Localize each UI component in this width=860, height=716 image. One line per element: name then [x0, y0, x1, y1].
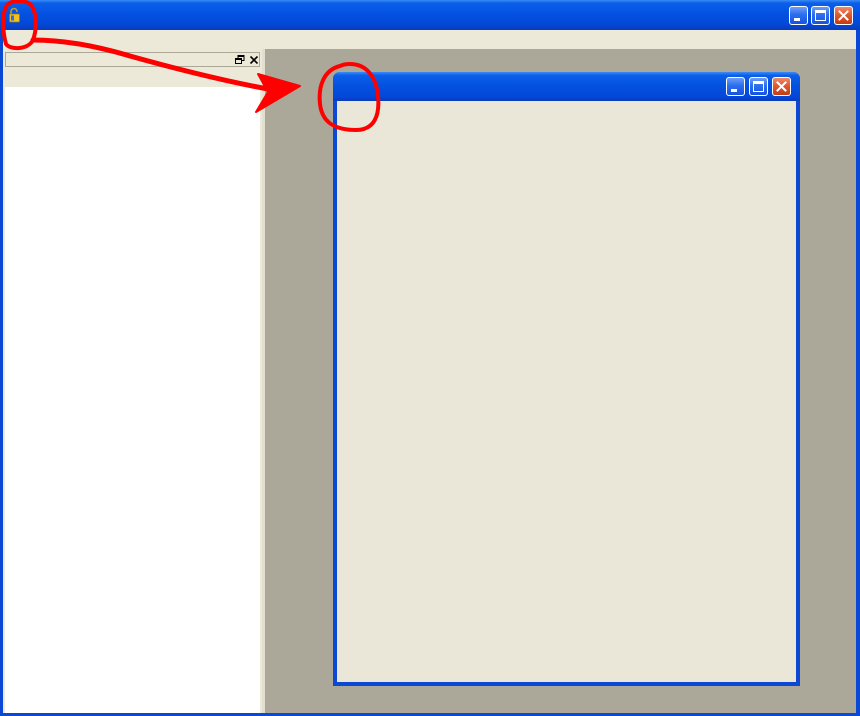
main-titlebar[interactable] — [0, 0, 860, 30]
mdi-client-area — [3, 49, 856, 713]
maximize-icon — [753, 81, 764, 92]
padlock-icon[interactable] — [7, 7, 23, 23]
maximize-icon — [815, 10, 826, 21]
close-icon — [838, 10, 849, 21]
restore-icon[interactable] — [234, 54, 246, 66]
side-panel-content[interactable] — [5, 87, 260, 713]
menu-bar — [3, 30, 856, 49]
close-icon — [776, 81, 787, 92]
child-titlebar[interactable] — [333, 72, 800, 101]
child-maximize-button[interactable] — [749, 77, 768, 96]
maximize-button[interactable] — [811, 6, 830, 25]
close-button[interactable] — [834, 6, 853, 25]
main-window — [0, 0, 860, 716]
minimize-icon — [731, 89, 737, 92]
child-close-button[interactable] — [772, 77, 791, 96]
close-icon[interactable] — [248, 54, 260, 66]
child-minimize-button[interactable] — [726, 77, 745, 96]
side-panel-header[interactable] — [5, 52, 260, 67]
side-panel-toolbar — [5, 71, 260, 87]
side-panel — [3, 49, 265, 713]
minimize-button[interactable] — [789, 6, 808, 25]
child-window — [333, 72, 800, 686]
child-window-content[interactable] — [337, 101, 796, 682]
minimize-icon — [794, 18, 800, 21]
